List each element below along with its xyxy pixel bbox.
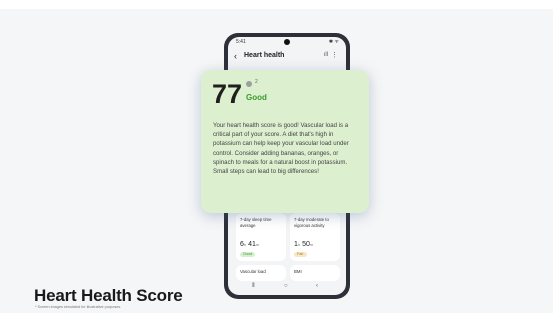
activity-status-badge: Fair: [294, 252, 307, 257]
status-bar: 5:41 ✱ ᯤ: [228, 37, 346, 49]
sleep-status-badge: Good: [240, 252, 256, 257]
heart-score-grade: Good: [246, 93, 267, 102]
info-number: 2: [255, 79, 258, 85]
vascular-card-title: Vascular load: [240, 269, 266, 274]
heart-score-description: Your heart health score is good! Vascula…: [213, 122, 349, 176]
back-arrow-icon[interactable]: ‹: [234, 49, 237, 63]
chart-icon[interactable]: ıll: [324, 52, 328, 58]
app-bar: ‹ Heart health ıll ⋮: [228, 49, 346, 65]
camera-punch-hole: [284, 39, 290, 45]
activity-card-value: 1h 50m: [294, 241, 314, 248]
disclaimer-text: * Screen images simulated for illustrati…: [35, 305, 122, 309]
sleep-card-value: 6h 41m: [240, 241, 260, 248]
heart-score-card: 77 2 Good Your heart health score is goo…: [201, 70, 369, 213]
home-icon[interactable]: ○: [284, 283, 288, 289]
info-icon[interactable]: [246, 81, 252, 87]
status-icons: ✱ ᯤ: [328, 39, 339, 45]
recents-icon[interactable]: ⦀: [252, 283, 255, 290]
page-title: Heart health: [244, 52, 285, 59]
activity-card-title: 7-day moderate to vigorous activity: [294, 217, 329, 228]
vascular-load-card[interactable]: Vascular load: [236, 265, 286, 281]
status-time: 5:41: [236, 39, 246, 45]
sleep-time-card[interactable]: 7-day sleep time average 6h 41m Good: [236, 213, 286, 261]
sleep-card-title: 7-day sleep time average: [240, 217, 272, 228]
feature-title: Heart Health Score: [34, 286, 183, 305]
navigation-bar: ⦀ ○ ‹: [228, 281, 346, 295]
activity-card[interactable]: 7-day moderate to vigorous activity 1h 5…: [290, 213, 340, 261]
more-options-icon[interactable]: ⋮: [331, 51, 338, 59]
bmi-card[interactable]: BMI: [290, 265, 340, 281]
bmi-card-title: BMI: [294, 269, 302, 274]
nav-back-icon[interactable]: ‹: [316, 283, 318, 289]
heart-score-value: 77: [212, 79, 243, 109]
